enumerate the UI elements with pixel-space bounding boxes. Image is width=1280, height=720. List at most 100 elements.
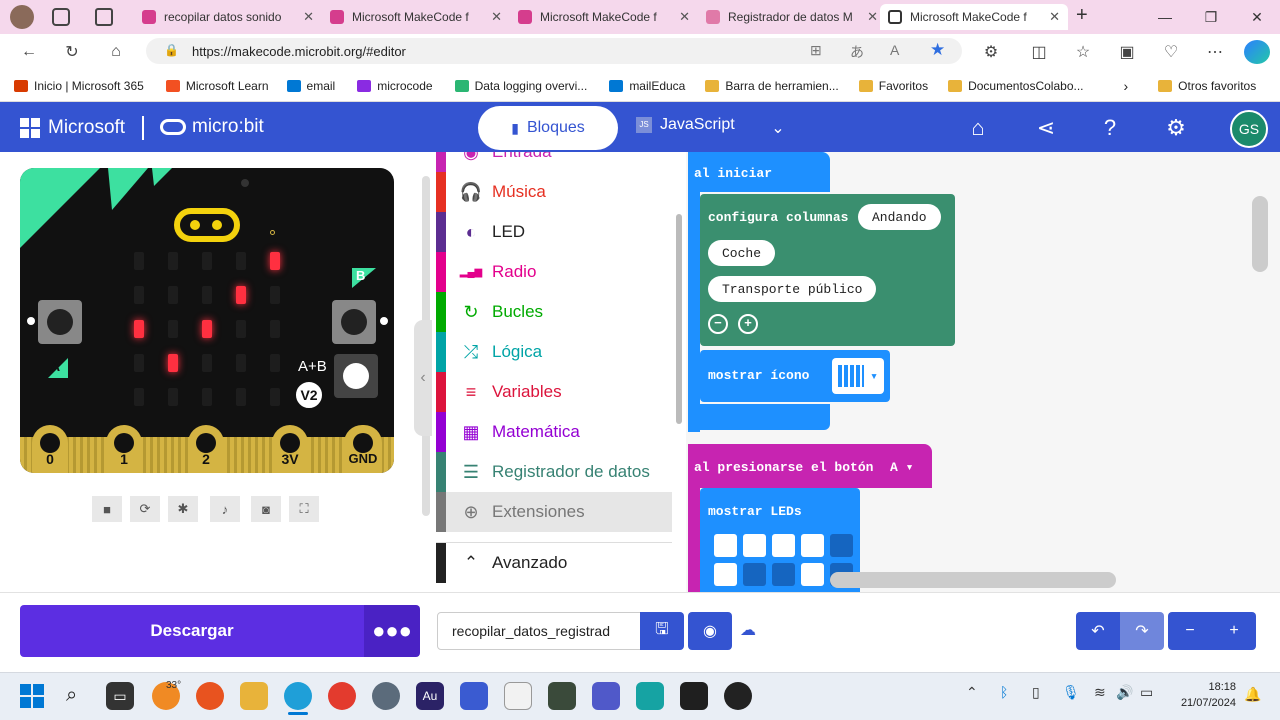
battery-icon[interactable]: ▭ xyxy=(1140,684,1153,701)
show-icon-block[interactable]: mostrar ícono ▾ xyxy=(700,350,890,402)
button-a[interactable] xyxy=(38,300,82,344)
category-radio[interactable]: ▂▄▆ Radio xyxy=(436,252,672,292)
other-favorites-folder[interactable]: Otros favoritos xyxy=(1158,79,1256,93)
pin-2[interactable]: 2 xyxy=(188,425,224,473)
category-matemática[interactable]: ▦ Matemática xyxy=(436,412,672,452)
workspaces-icon[interactable] xyxy=(52,8,70,26)
browser-essentials-icon[interactable]: ♡ xyxy=(1158,40,1184,64)
category-música[interactable]: 🎧 Música xyxy=(436,172,672,212)
javascript-mode-button[interactable]: JS JavaScript xyxy=(636,116,735,134)
category-variables[interactable]: ≡ Variables xyxy=(436,372,672,412)
debug-icon[interactable]: ✱ xyxy=(168,496,198,522)
language-dropdown-chevron-icon[interactable]: ⌄ xyxy=(762,114,794,142)
cloud-sync-icon[interactable]: ☁ xyxy=(740,620,756,640)
usb-icon[interactable]: ▯ xyxy=(1032,684,1040,701)
close-tab-icon[interactable]: ✕ xyxy=(1049,9,1060,25)
touch-logo-icon[interactable] xyxy=(174,208,240,242)
column-value[interactable]: Transporte público xyxy=(708,276,877,302)
settings-gear-icon[interactable]: ⚙ xyxy=(1160,114,1192,142)
edge-icon[interactable] xyxy=(284,682,312,710)
share-icon[interactable]: ⋖ xyxy=(1030,114,1062,142)
remove-column-icon[interactable]: − xyxy=(708,314,728,334)
bookmark-item[interactable]: Microsoft Learn xyxy=(165,79,269,93)
document-icon[interactable] xyxy=(504,682,532,710)
app-available-icon[interactable]: ⊞ xyxy=(810,42,822,59)
notifications-icon[interactable]: 🔔 xyxy=(1244,686,1261,703)
volume-icon[interactable]: 🔊 xyxy=(1116,684,1133,701)
column-value[interactable]: Andando xyxy=(858,204,941,230)
led-cell[interactable] xyxy=(743,534,766,557)
profile-avatar[interactable] xyxy=(10,5,34,29)
close-tab-icon[interactable]: ✕ xyxy=(679,9,690,25)
microbit-board[interactable]: A B A+B V2 0 1 2 3V GND xyxy=(20,168,394,473)
led-cell[interactable] xyxy=(801,563,824,586)
button-b[interactable] xyxy=(332,300,376,344)
terminal-icon[interactable] xyxy=(680,682,708,710)
bookmark-item[interactable]: Data logging overvi... xyxy=(454,79,587,93)
photo-app-icon[interactable] xyxy=(548,682,576,710)
browser-tab-2[interactable]: Microsoft MakeCode f ✕ xyxy=(322,4,510,30)
led-cell[interactable] xyxy=(830,534,853,557)
help-icon[interactable]: ? xyxy=(1094,114,1126,142)
led-cell[interactable] xyxy=(714,563,737,586)
led-cell[interactable] xyxy=(801,534,824,557)
blocks-mode-button[interactable]: ▮ Bloques xyxy=(478,106,618,150)
bluetooth-icon[interactable]: ᛒ xyxy=(1000,684,1008,700)
wifi-icon[interactable]: ≋ xyxy=(1094,684,1106,701)
category-entrada[interactable]: ◉ Entrada xyxy=(436,152,672,172)
workspace-v-scrollbar[interactable] xyxy=(1252,196,1268,272)
recorder-icon[interactable] xyxy=(724,682,752,710)
led-cell[interactable] xyxy=(743,563,766,586)
stop-icon[interactable]: ■ xyxy=(92,496,122,522)
redo-icon[interactable]: ↷ xyxy=(1120,612,1164,650)
pin-1[interactable]: 1 xyxy=(106,425,142,473)
teams-icon[interactable] xyxy=(592,682,620,710)
bookmark-item[interactable]: Inicio | Microsoft 365 xyxy=(14,79,144,93)
address-bar[interactable]: 🔒 https://makecode.microbit.org/#editor … xyxy=(146,38,962,64)
reload-icon[interactable]: ↻ xyxy=(59,40,85,64)
chevron-right-icon[interactable]: › xyxy=(1124,78,1129,94)
pin-gnd[interactable]: GND xyxy=(344,425,382,473)
home-icon[interactable]: ⌂ xyxy=(103,40,129,64)
save-icon[interactable]: 🖫 xyxy=(640,612,684,650)
undo-icon[interactable]: ↶ xyxy=(1076,612,1120,650)
favorites-icon[interactable]: ☆ xyxy=(1070,40,1096,64)
settings-icon[interactable] xyxy=(372,682,400,710)
copilot-icon[interactable] xyxy=(1244,40,1270,64)
zoom-in-icon[interactable]: + xyxy=(1212,612,1256,650)
add-column-icon[interactable]: + xyxy=(738,314,758,334)
home-icon[interactable]: ⌂ xyxy=(962,114,994,142)
extensions-icon[interactable]: ⚙ xyxy=(978,40,1004,64)
back-icon[interactable]: ← xyxy=(16,40,42,64)
audition-icon[interactable]: Au xyxy=(416,682,444,710)
button-ab[interactable] xyxy=(334,354,378,398)
microbit-logo[interactable]: micro:bit xyxy=(160,116,264,138)
browser-tab-1[interactable]: recopilar datos sonido ✕ xyxy=(134,4,322,30)
category-lógica[interactable]: ⤮ Lógica xyxy=(436,332,672,372)
download-options-button[interactable]: ●●● xyxy=(364,605,420,657)
minimize-icon[interactable]: — xyxy=(1142,0,1188,34)
advanced-toggle[interactable]: ⌃ Avanzado xyxy=(436,542,672,583)
windows-start-icon[interactable] xyxy=(20,684,44,708)
bookmark-item[interactable]: email xyxy=(286,79,335,93)
blocks-workspace[interactable]: al iniciar configura columnas Andando Co… xyxy=(686,152,1280,592)
category-extensiones[interactable]: ⊕ Extensiones xyxy=(436,492,672,532)
bookmark-item[interactable]: mailEduca xyxy=(609,79,685,93)
split-screen-icon[interactable]: ◫ xyxy=(1026,40,1052,64)
bookmark-folder[interactable]: Favoritos xyxy=(858,79,928,93)
microsoft-logo[interactable]: Microsoft xyxy=(20,117,125,139)
on-button-pressed-block[interactable]: al presionarse el botón A ▾ xyxy=(688,444,932,488)
favorite-star-icon[interactable]: ★ xyxy=(930,40,945,60)
led-cell[interactable] xyxy=(772,563,795,586)
collapse-simulator-icon[interactable]: ‹ xyxy=(414,320,432,436)
bookmark-folder[interactable]: DocumentosColabo... xyxy=(948,79,1084,93)
category-bucles[interactable]: ↻ Bucles xyxy=(436,292,672,332)
more-menu-icon[interactable]: ⋯ xyxy=(1202,40,1228,64)
read-aloud-icon[interactable]: A xyxy=(890,42,899,58)
power-automate-icon[interactable] xyxy=(460,682,488,710)
column-value[interactable]: Coche xyxy=(708,240,776,266)
firefox-icon[interactable] xyxy=(196,682,224,710)
on-start-block[interactable]: al iniciar xyxy=(688,152,830,192)
bookmark-folder[interactable]: Barra de herramien... xyxy=(705,79,839,93)
github-icon[interactable]: ◉ xyxy=(688,612,732,650)
